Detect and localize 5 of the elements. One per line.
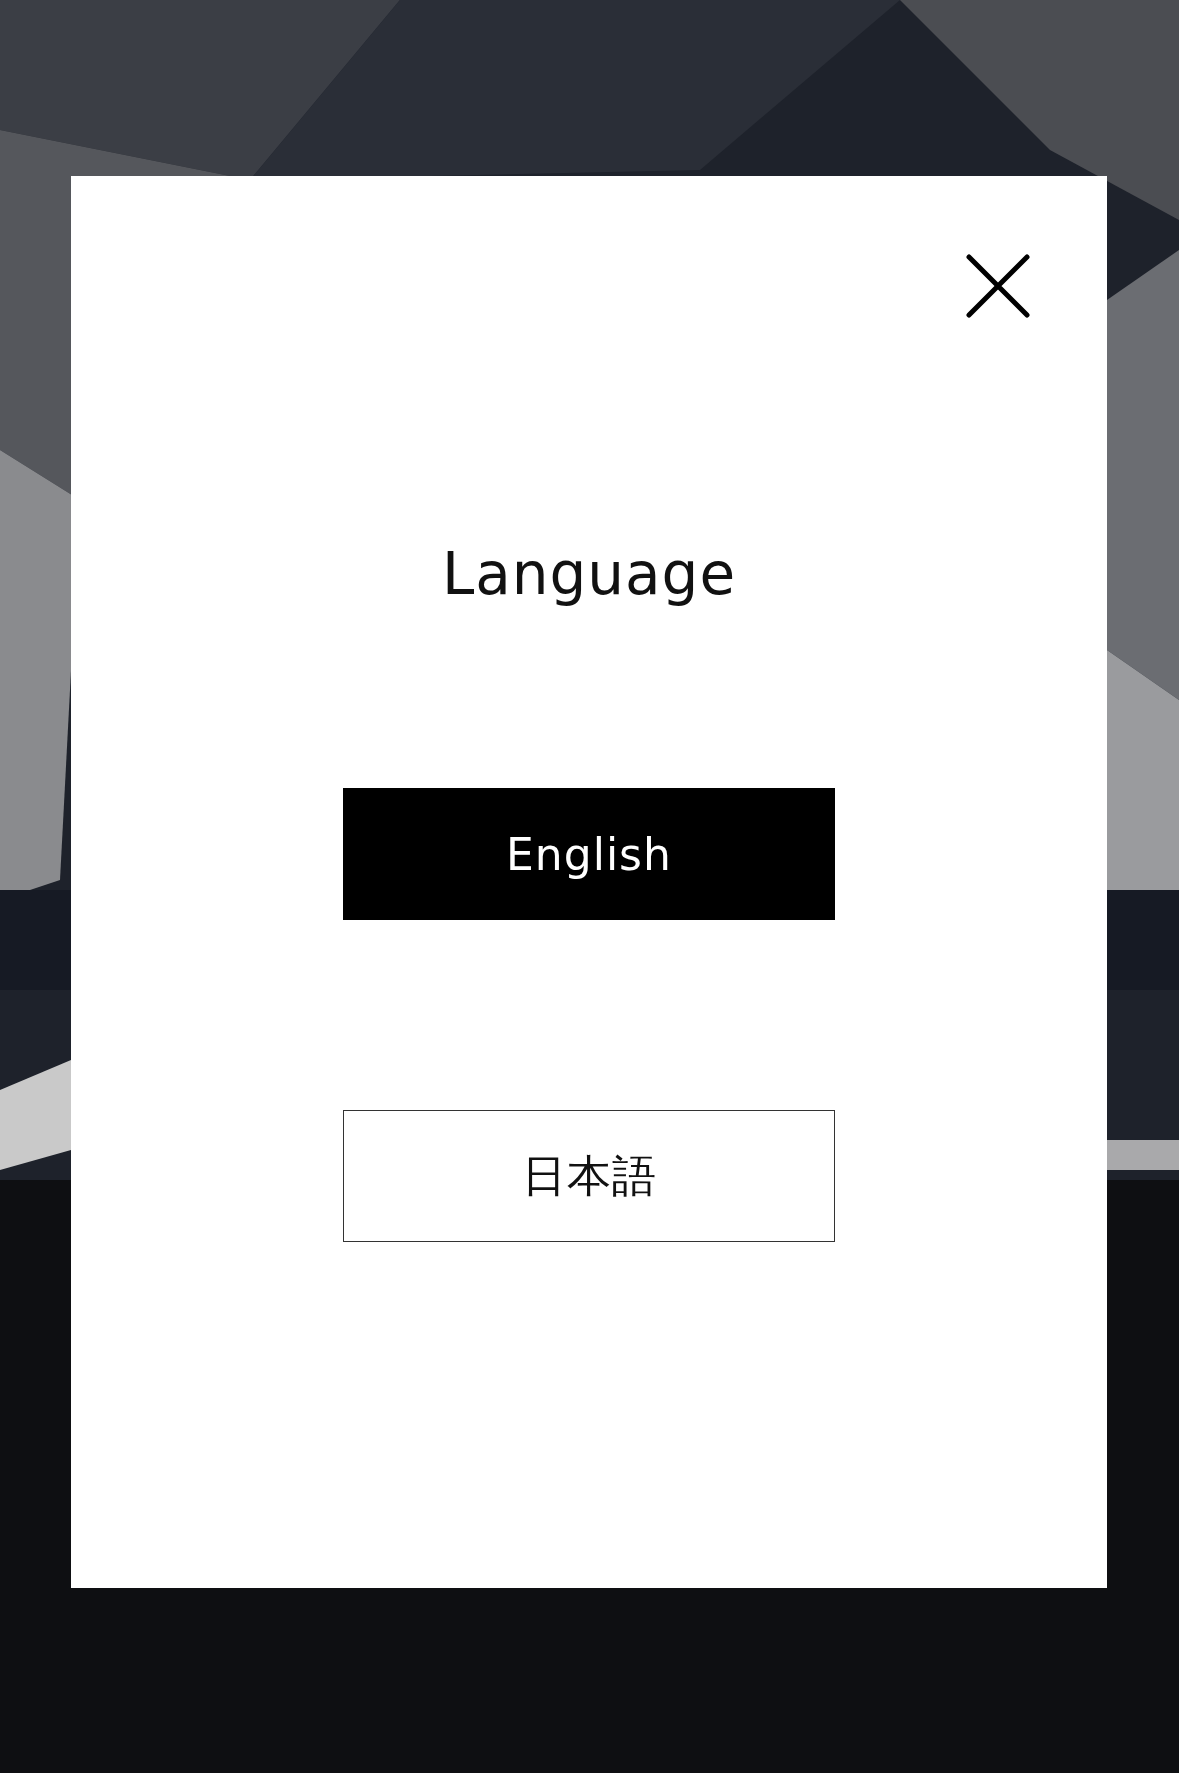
close-icon [966, 254, 1030, 318]
close-button[interactable] [966, 254, 1030, 318]
dialog-title: Language [441, 540, 737, 608]
language-option[interactable]: 日本語 [343, 1110, 835, 1242]
language-option[interactable]: English [343, 788, 835, 920]
